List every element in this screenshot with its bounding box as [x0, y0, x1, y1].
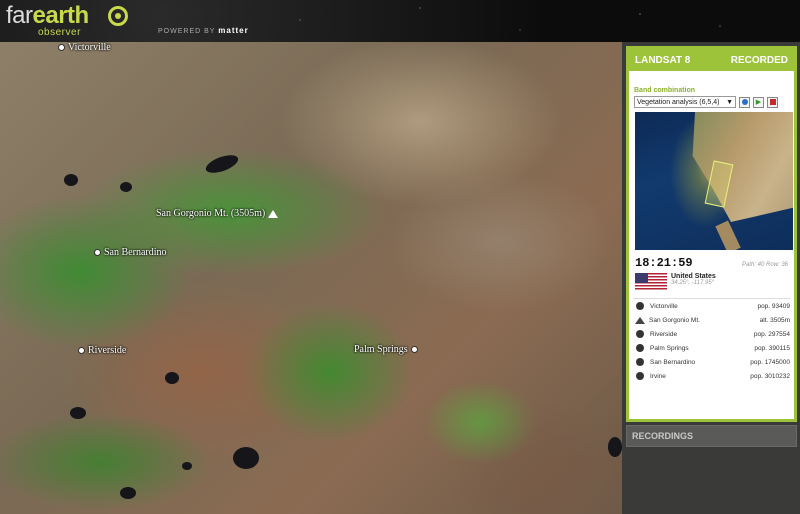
- satellite-card: LANDSAT 8 RECORDED Band combination Vege…: [626, 46, 797, 422]
- mountain-peak-icon: [635, 316, 645, 324]
- map-label-riverside[interactable]: Riverside: [78, 345, 126, 356]
- satellite-map[interactable]: Victorville San Gorgonio Mt. (3505m) San…: [0, 42, 622, 514]
- top-bar: farearth observer POWERED BY matter: [0, 0, 800, 42]
- side-panel: LANDSAT 8 RECORDED Band combination Vege…: [622, 42, 800, 514]
- city-dot-icon: [78, 347, 85, 354]
- satellite-name: LANDSAT 8: [635, 54, 691, 66]
- list-item[interactable]: San Bernardino pop. 1745000: [633, 355, 790, 369]
- mountain-peak-icon: [268, 209, 279, 218]
- map-label-san-bernardino[interactable]: San Bernardino: [94, 247, 167, 258]
- logo-subtitle: observer: [38, 27, 81, 38]
- city-dot-icon: [94, 249, 101, 256]
- city-dot-icon: [636, 358, 644, 366]
- city-dot-icon: [636, 302, 644, 310]
- list-item[interactable]: Palm Springs pop. 390115: [633, 341, 790, 355]
- city-dot-icon: [636, 330, 644, 338]
- status-badge: RECORDED: [730, 54, 788, 66]
- record-button[interactable]: [739, 96, 750, 108]
- stop-button[interactable]: [767, 96, 778, 108]
- recordings-tab[interactable]: RECORDINGS: [626, 425, 797, 447]
- map-label-palm-springs[interactable]: Palm Springs: [354, 344, 418, 355]
- list-item[interactable]: Victorville pop. 93409: [633, 299, 790, 313]
- scene-time: 18:21:59: [635, 256, 693, 270]
- app-logo[interactable]: farearth: [6, 4, 89, 28]
- band-combination-select[interactable]: Vegetation analysis (6,5,4) ▼: [634, 96, 736, 108]
- list-item[interactable]: Riverside pop. 297554: [633, 327, 790, 341]
- powered-by: POWERED BY matter: [158, 26, 249, 35]
- card-header: LANDSAT 8 RECORDED: [629, 49, 794, 71]
- band-combination-label: Band combination: [634, 87, 696, 94]
- play-button[interactable]: ▶: [753, 96, 764, 108]
- map-label-san-gorgonio[interactable]: San Gorgonio Mt. (3505m): [156, 208, 279, 219]
- coordinates: 34.25°, -117.95°: [671, 280, 715, 286]
- us-flag-icon: [635, 273, 667, 291]
- overview-map[interactable]: [635, 112, 793, 250]
- city-dot-icon: [410, 346, 418, 353]
- logo-ring-icon: [108, 6, 128, 26]
- city-dot-icon: [636, 372, 644, 380]
- chevron-down-icon: ▼: [726, 98, 733, 106]
- list-item[interactable]: Irvine pop. 3010232: [633, 369, 790, 383]
- country-name: United States: [671, 273, 716, 280]
- list-item[interactable]: San Gorgonio Mt. alt. 3505m: [633, 313, 790, 327]
- city-dot-icon: [58, 44, 65, 51]
- city-dot-icon: [636, 344, 644, 352]
- path-row: Path: 40 Row: 36: [741, 262, 788, 268]
- poi-list: Victorville pop. 93409 San Gorgonio Mt. al…: [633, 298, 790, 383]
- map-label-victorville[interactable]: Victorville: [58, 42, 111, 53]
